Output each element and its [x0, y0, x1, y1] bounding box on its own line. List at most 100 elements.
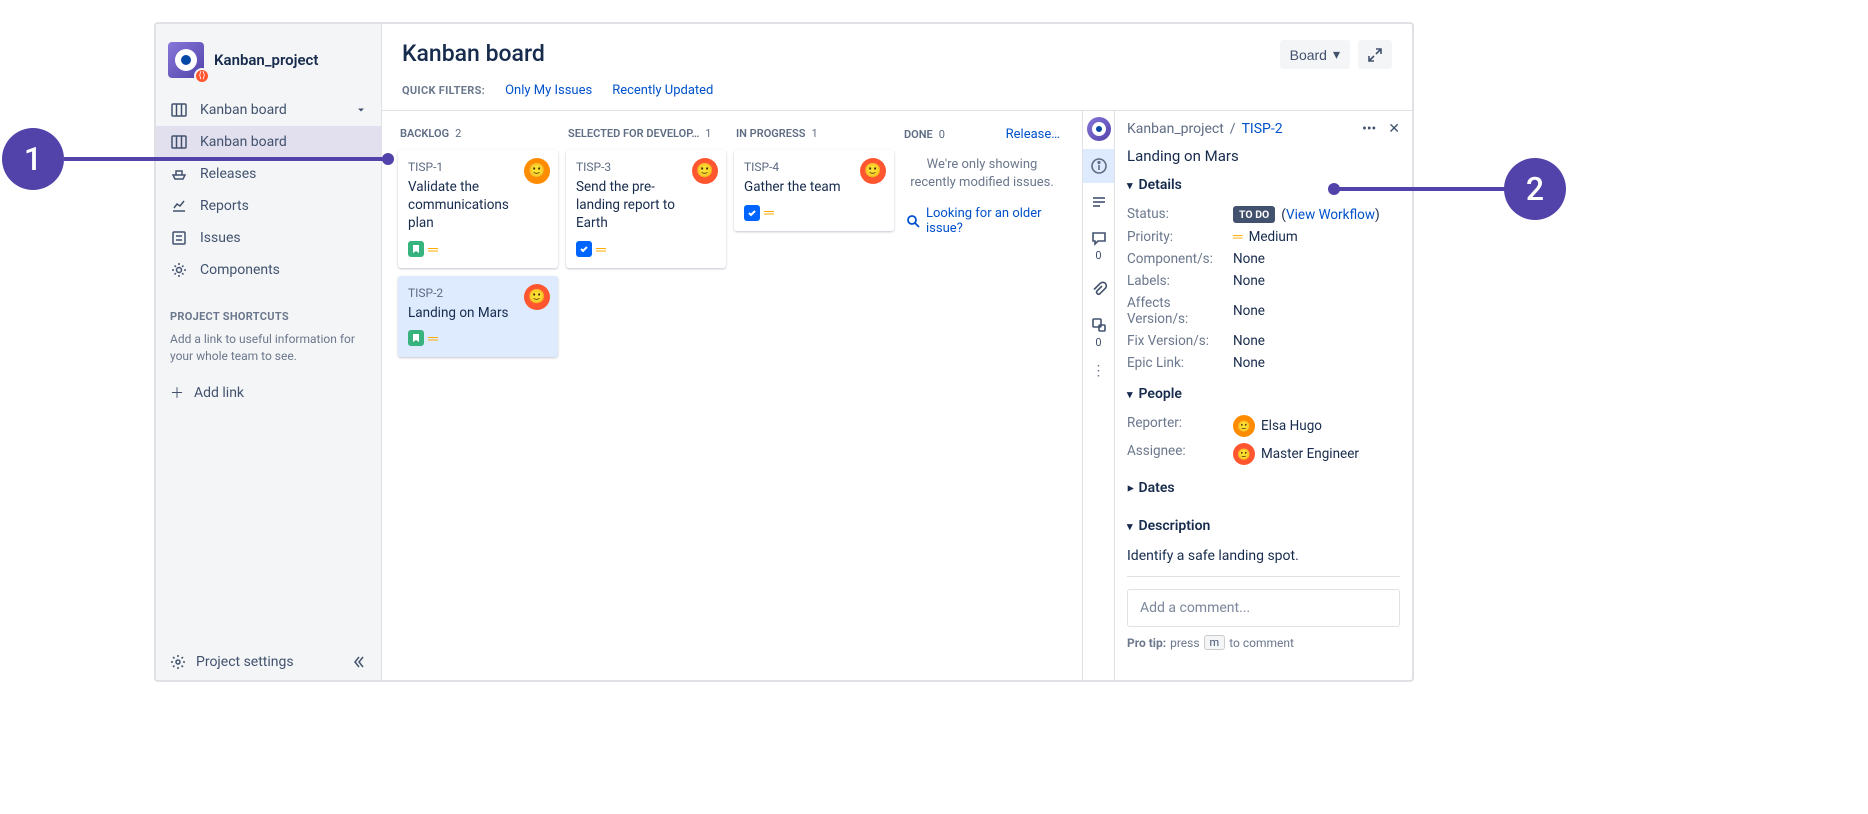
quick-filters: QUICK FILTERS: Only My Issues Recently U…: [382, 69, 1412, 111]
gear-icon: [170, 654, 186, 670]
rail-more-icon[interactable]: ⋮: [1092, 363, 1106, 379]
done-empty-message: We're only showing recently modified iss…: [902, 152, 1062, 196]
sidebar-parent-kanban[interactable]: Kanban board: [156, 94, 381, 126]
rail-project-avatar[interactable]: [1087, 117, 1111, 141]
priority-medium-icon: ═: [1233, 229, 1243, 245]
release-link[interactable]: Release…: [1006, 127, 1060, 142]
fullscreen-button[interactable]: [1358, 40, 1392, 69]
view-workflow-link[interactable]: View Workflow: [1286, 207, 1375, 223]
text-icon: [1090, 193, 1108, 211]
priority-medium-icon: ═: [596, 241, 606, 258]
chevron-down-icon: ▾: [1127, 520, 1133, 533]
status-badge[interactable]: TO DO: [1233, 206, 1275, 223]
section-toggle-dates[interactable]: ▾Dates: [1127, 480, 1400, 496]
info-icon: [1090, 157, 1108, 175]
project-header[interactable]: ⟨⟩ Kanban_project: [156, 24, 381, 88]
rail-tab-comments[interactable]: 0: [1083, 221, 1115, 270]
breadcrumb-project[interactable]: Kanban_project: [1127, 121, 1224, 137]
detail-rail: 0 0 ⋮: [1082, 111, 1114, 680]
project-settings-link[interactable]: Project settings: [170, 654, 294, 670]
column-backlog: BACKLOG 2 🙂 TISP-1 Validate the communic…: [398, 123, 558, 668]
column-header: SELECTED FOR DEVELOP… 1: [566, 123, 726, 150]
sidebar-item-issues[interactable]: Issues: [156, 222, 381, 254]
field-epic-link: Epic Link: None: [1127, 352, 1400, 374]
more-actions-icon[interactable]: •••: [1362, 121, 1376, 137]
field-assignee: Assignee: 🙂Master Engineer: [1127, 440, 1400, 468]
project-logo: ⟨⟩: [168, 42, 204, 78]
reporter-avatar: 🙂: [1233, 415, 1255, 437]
chevron-down-icon: ▾: [1127, 388, 1133, 401]
section-description: ▾Description: [1115, 518, 1412, 548]
sidebar-item-components[interactable]: Components: [156, 254, 381, 286]
issue-card[interactable]: 🙂 TISP-4 Gather the team ═: [734, 150, 894, 231]
chevron-down-icon: ▾: [1333, 46, 1340, 63]
older-issue-link[interactable]: Looking for an older issue?: [902, 206, 1062, 236]
close-icon[interactable]: ✕: [1388, 121, 1400, 137]
subtasks-count: 0: [1095, 336, 1101, 349]
sidebar-item-releases[interactable]: Releases: [156, 158, 381, 190]
divider: [1127, 576, 1400, 577]
chevron-right-icon: ▾: [1123, 485, 1136, 491]
board-area: BACKLOG 2 🙂 TISP-1 Validate the communic…: [382, 111, 1412, 680]
column-selected-for-dev: SELECTED FOR DEVELOP… 1 🙂 TISP-3 Send th…: [566, 123, 726, 668]
task-icon: [576, 241, 592, 257]
sidebar-item-kanban-board[interactable]: Kanban board: [156, 126, 381, 158]
keyboard-key: m: [1204, 635, 1226, 650]
column-count: 2: [455, 127, 461, 140]
issues-icon: [170, 230, 188, 246]
issue-card[interactable]: 🙂 TISP-3 Send the pre-landing report to …: [566, 150, 726, 268]
project-type-badge-icon: ⟨⟩: [194, 68, 210, 84]
issue-title: Gather the team: [744, 178, 884, 196]
rail-tab-attachments[interactable]: [1083, 272, 1115, 306]
column-header: BACKLOG 2: [398, 123, 558, 150]
column-count: 0: [939, 128, 945, 141]
issue-card[interactable]: 🙂 TISP-2 Landing on Mars ═: [398, 276, 558, 357]
column-name: BACKLOG: [400, 127, 449, 140]
expand-icon: [1368, 48, 1382, 62]
assignee-avatar: 🙂: [1233, 443, 1255, 465]
assignee-avatar: 🙂: [692, 158, 718, 184]
rail-tab-details[interactable]: [1083, 149, 1115, 183]
sidebar-item-label: Kanban board: [200, 134, 287, 150]
sidebar-item-label: Releases: [200, 166, 256, 182]
section-toggle-description[interactable]: ▾Description: [1127, 518, 1400, 534]
attachment-icon: [1090, 280, 1108, 298]
sidebar-item-reports[interactable]: Reports: [156, 190, 381, 222]
issue-card[interactable]: 🙂 TISP-1 Validate the communications pla…: [398, 150, 558, 268]
chart-icon: [170, 198, 188, 214]
board-dropdown-button[interactable]: Board ▾: [1280, 40, 1350, 69]
callout-line-2: [1336, 187, 1506, 191]
comment-input[interactable]: Add a comment...: [1127, 589, 1400, 627]
section-people: ▾People Reporter: 🙂Elsa Hugo Assignee: 🙂…: [1115, 386, 1412, 480]
breadcrumb-issue-key[interactable]: TISP-2: [1242, 121, 1283, 137]
column-header: DONE 0 Release…: [902, 123, 1062, 152]
sidebar-nav: Kanban board Kanban board Releases Repor…: [156, 88, 381, 292]
collapse-sidebar-icon[interactable]: [351, 654, 367, 670]
filter-only-my-issues[interactable]: Only My Issues: [505, 83, 592, 98]
sidebar-item-label: Reports: [200, 198, 249, 214]
issue-detail-title[interactable]: Landing on Mars: [1115, 143, 1412, 177]
column-count: 1: [811, 127, 817, 140]
priority-medium-icon: ═: [428, 241, 438, 258]
sidebar-footer: Project settings: [156, 644, 381, 680]
rail-tab-subtasks[interactable]: 0: [1083, 308, 1115, 357]
field-priority: Priority: ═Medium: [1127, 226, 1400, 248]
priority-medium-icon: ═: [764, 204, 774, 221]
story-icon: [408, 330, 424, 346]
add-link-button[interactable]: ＋ Add link: [156, 373, 381, 413]
section-toggle-people[interactable]: ▾People: [1127, 386, 1400, 402]
component-icon: [170, 262, 188, 278]
description-text[interactable]: Identify a safe landing spot.: [1115, 548, 1412, 576]
column-done: DONE 0 Release… We're only showing recen…: [902, 123, 1062, 668]
app-window: ⟨⟩ Kanban_project Kanban board Kanban bo…: [154, 22, 1414, 682]
field-labels: Labels: None: [1127, 270, 1400, 292]
column-in-progress: IN PROGRESS 1 🙂 TISP-4 Gather the team ═: [734, 123, 894, 668]
rail-tab-description[interactable]: [1083, 185, 1115, 219]
comments-count: 0: [1095, 249, 1101, 262]
column-name: SELECTED FOR DEVELOP…: [568, 127, 699, 140]
callout-dot-2: [1328, 183, 1340, 195]
column-header: IN PROGRESS 1: [734, 123, 894, 150]
filter-recently-updated[interactable]: Recently Updated: [612, 83, 713, 98]
project-settings-label: Project settings: [196, 654, 294, 670]
board-icon: [170, 102, 188, 118]
